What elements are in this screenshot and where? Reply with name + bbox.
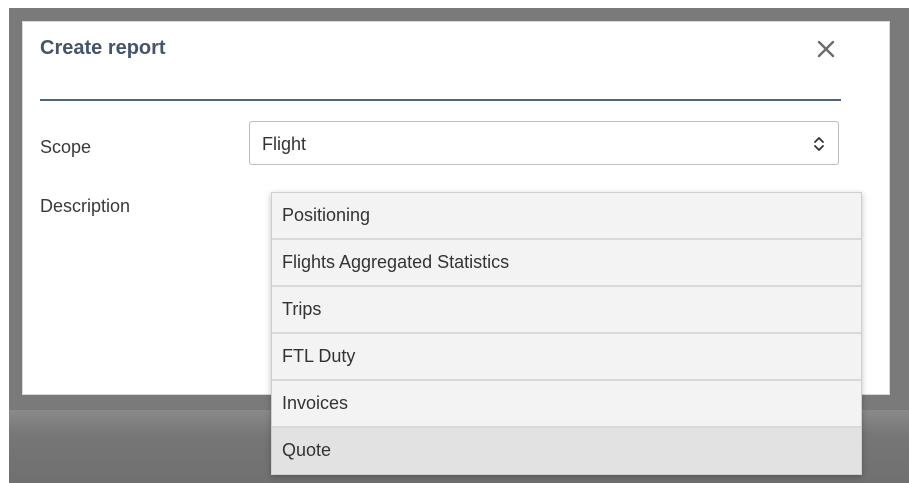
- close-button[interactable]: [812, 35, 840, 63]
- scope-select-value: Flight: [262, 134, 307, 154]
- chevron-up-down-icon: [814, 137, 824, 151]
- dropdown-option-invoices[interactable]: Invoices: [272, 381, 861, 428]
- description-label: Description: [40, 196, 131, 216]
- dropdown-option-quote[interactable]: Quote: [272, 428, 861, 474]
- dropdown-option-ftl-duty[interactable]: FTL Duty: [272, 334, 861, 381]
- title-divider: [40, 99, 841, 101]
- dropdown-option-trips[interactable]: Trips: [272, 287, 861, 334]
- dropdown-option-positioning[interactable]: Positioning: [272, 193, 861, 240]
- scope-label: Scope: [40, 137, 92, 157]
- scope-select[interactable]: Flight: [249, 121, 839, 165]
- scope-dropdown-list: Positioning Flights Aggregated Statistic…: [271, 192, 862, 475]
- dialog-title: Create report: [40, 37, 166, 59]
- close-icon: [817, 40, 835, 58]
- dropdown-option-flights-aggregated-statistics[interactable]: Flights Aggregated Statistics: [272, 240, 861, 287]
